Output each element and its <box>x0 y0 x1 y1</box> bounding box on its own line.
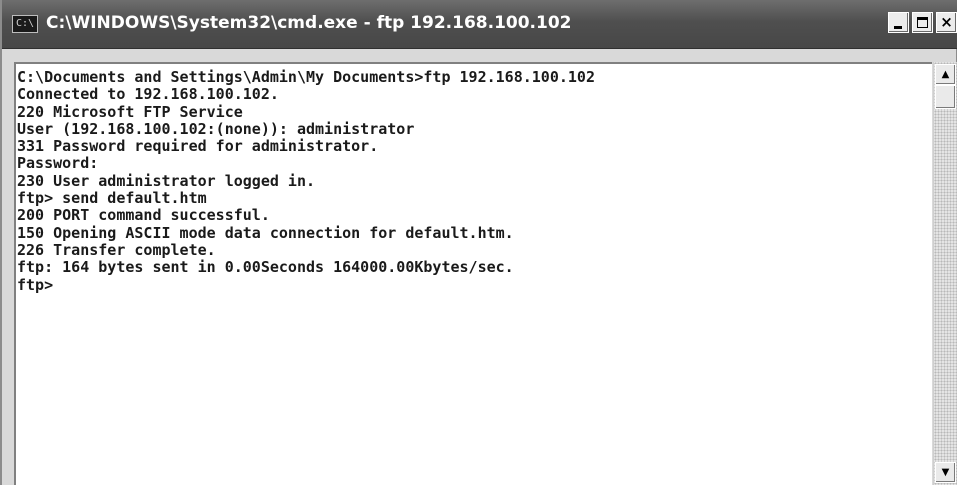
arrow-up-icon: ▲ <box>941 69 950 80</box>
console-line: ftp> send default.htm <box>17 189 207 208</box>
maximize-icon <box>917 17 928 28</box>
cmd-icon[interactable]: C:\ <box>12 15 38 33</box>
scroll-thumb[interactable] <box>935 85 956 109</box>
scroll-down-button[interactable]: ▼ <box>935 462 956 483</box>
console-line: C:\Documents and Settings\Admin\My Docum… <box>17 68 595 86</box>
console-prompt[interactable]: ftp> <box>17 276 53 294</box>
console-line: 200 PORT command successful. <box>17 206 270 225</box>
vertical-scrollbar[interactable]: ▲ ▼ <box>933 62 957 485</box>
console-line: User (192.168.100.102:(none)): administr… <box>17 119 415 138</box>
console-line: 230 User administrator logged in. <box>17 171 316 190</box>
close-icon: × <box>940 13 953 31</box>
console-line: Connected to 192.168.100.102. <box>17 85 279 104</box>
close-button[interactable]: × <box>936 12 957 33</box>
scroll-up-button[interactable]: ▲ <box>935 64 956 85</box>
console-text: C:\Documents and Settings\Admin\My Docum… <box>16 64 932 294</box>
title-bar[interactable]: C:\ C:\WINDOWS\System32\cmd.exe - ftp 19… <box>2 0 957 49</box>
console-line: 220 Microsoft FTP Service <box>17 102 243 121</box>
cmd-window: C:\ C:\WINDOWS\System32\cmd.exe - ftp 19… <box>0 0 957 485</box>
console-line: Password: <box>17 154 99 173</box>
minimize-icon <box>894 26 902 29</box>
maximize-button[interactable] <box>912 12 933 33</box>
console-line: 226 Transfer complete. <box>17 240 216 259</box>
arrow-down-icon: ▼ <box>941 467 950 478</box>
console-line: ftp: 164 bytes sent in 0.00Seconds 16400… <box>17 258 514 277</box>
minimize-button[interactable] <box>888 12 909 33</box>
window-title: C:\WINDOWS\System32\cmd.exe - ftp 192.16… <box>46 13 572 33</box>
console-output[interactable]: C:\Documents and Settings\Admin\My Docum… <box>14 62 932 485</box>
console-line: 331 Password required for administrator. <box>17 137 379 156</box>
console-line: 150 Opening ASCII mode data connection f… <box>17 223 514 242</box>
